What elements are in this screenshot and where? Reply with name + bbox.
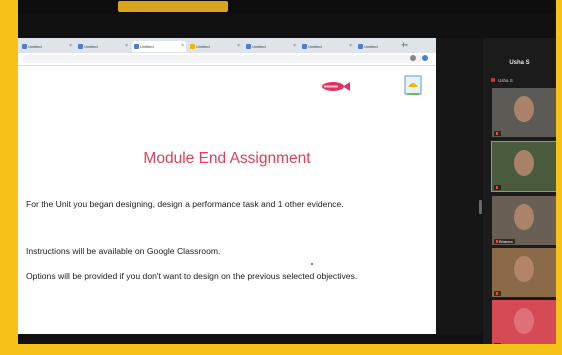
participant-video-tile[interactable] — [492, 248, 556, 297]
mic-muted-icon — [491, 78, 495, 82]
tab-label: Untitled — [308, 44, 322, 49]
yellow-border-left — [6, 0, 18, 355]
view-options-pill[interactable] — [118, 1, 228, 12]
shared-screen: Untitled × Untitled × Untitled × Untitled × Unti… — [18, 38, 436, 334]
participant-avatar — [514, 150, 534, 176]
tab-favicon-icon — [190, 44, 195, 49]
tab-label: Untitled — [196, 44, 210, 49]
participant-avatar — [514, 96, 534, 122]
participant-name-text: Bhavna — [499, 239, 513, 244]
tab-label: Untitled — [364, 44, 378, 49]
tab-close-icon[interactable]: × — [293, 41, 296, 52]
tab-favicon-icon — [302, 44, 307, 49]
browser-tab[interactable]: Untitled × — [244, 41, 298, 52]
tab-close-icon[interactable]: × — [237, 41, 240, 52]
extension-icon[interactable] — [410, 55, 416, 61]
tab-favicon-icon — [358, 44, 363, 49]
tab-close-icon[interactable]: × — [125, 41, 128, 52]
participant-avatar — [514, 256, 534, 282]
participant-video-tile[interactable] — [492, 300, 556, 349]
presentation-slide: Module End Assignment For the Unit you b… — [18, 66, 436, 334]
participant-name: Bhavna — [494, 239, 515, 244]
tab-favicon-icon — [22, 44, 27, 49]
fish-logo-icon — [322, 82, 350, 91]
profile-avatar-icon[interactable] — [422, 55, 428, 61]
slide-bullet: Options will be provided if you don't wa… — [26, 271, 358, 281]
self-name: Usha S — [498, 78, 513, 83]
participant-video-tile[interactable] — [491, 141, 556, 192]
tab-label: Untitled — [84, 44, 98, 49]
mic-muted-icon — [496, 240, 498, 244]
mouse-cursor — [311, 263, 313, 265]
address-bar — [18, 53, 436, 66]
tab-label: Untitled — [28, 44, 42, 49]
lamp-logo-icon — [404, 75, 422, 95]
participant-avatar — [514, 308, 534, 334]
url-field[interactable] — [22, 55, 422, 63]
panel-resize-handle[interactable] — [479, 200, 482, 214]
participant-name — [494, 185, 501, 190]
tab-close-icon[interactable]: × — [181, 41, 184, 52]
screen-gutter — [436, 38, 482, 334]
participant-video-tile[interactable]: Bhavna — [492, 196, 556, 245]
browser-tab[interactable]: Untitled × — [132, 41, 186, 52]
tab-label: Untitled — [252, 44, 266, 49]
mic-muted-icon — [496, 292, 498, 296]
slide-bullet: Instructions will be available on Google… — [26, 246, 221, 256]
meeting-top-bar — [6, 0, 556, 14]
participant-avatar — [514, 204, 534, 230]
browser-tab[interactable]: Untitled × — [188, 41, 242, 52]
panel-title: Usha S — [509, 60, 530, 66]
mic-muted-icon — [496, 132, 498, 136]
participant-name — [494, 131, 501, 136]
tab-favicon-icon — [134, 44, 139, 49]
tab-favicon-icon — [78, 44, 83, 49]
slide-bullet: For the Unit you began designing, design… — [26, 199, 344, 209]
tab-close-icon[interactable]: × — [349, 41, 352, 52]
zoom-window: Untitled × Untitled × Untitled × Untitled × Unti… — [6, 0, 556, 355]
slide-title: Module End Assignment — [143, 150, 311, 167]
tab-favicon-icon — [246, 44, 251, 49]
browser-tab-strip: Untitled × Untitled × Untitled × Untitled × Unti… — [18, 38, 436, 53]
tab-label: Untitled — [140, 44, 154, 49]
yellow-border-bottom — [6, 344, 556, 355]
participant-name — [494, 291, 501, 296]
participants-panel: Usha S Usha S Bhavna — [483, 38, 556, 349]
participant-video-tile[interactable] — [492, 88, 556, 137]
browser-tab[interactable]: Untitled × — [20, 41, 74, 52]
tab-close-icon[interactable]: × — [69, 41, 72, 52]
browser-tab[interactable]: Untitled × — [300, 41, 354, 52]
new-tab-button[interactable]: + — [401, 40, 406, 50]
browser-tab[interactable]: Untitled × — [76, 41, 130, 52]
mic-muted-icon — [496, 186, 498, 190]
